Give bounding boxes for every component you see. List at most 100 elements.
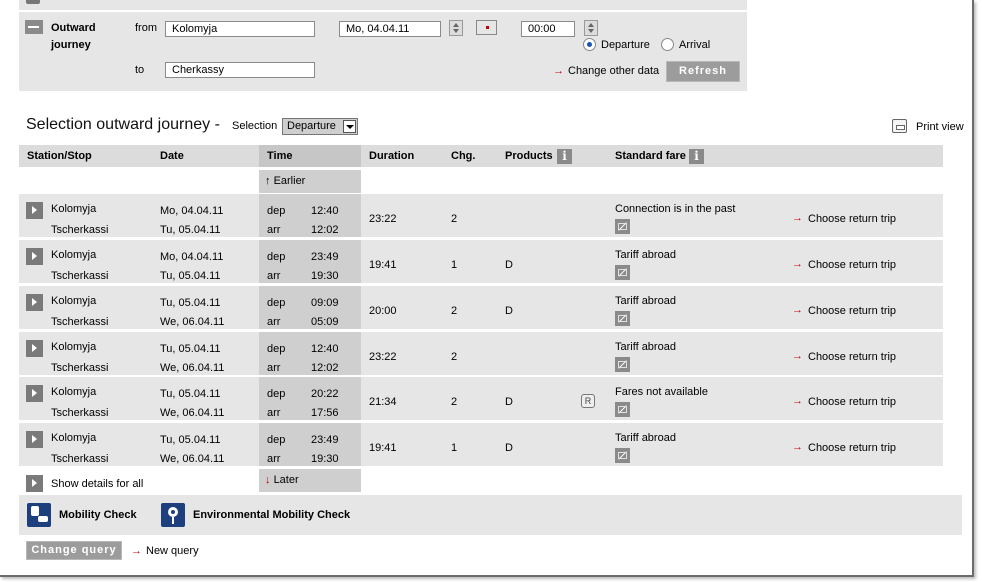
date-departure: Mo, 04.04.11 [160,205,224,217]
arr-time: 12:02 [311,362,339,374]
printer-icon[interactable] [892,119,907,133]
station-from: Kolomyja [51,295,97,307]
date-arrival: Tu, 05.04.11 [160,270,221,282]
environmental-check-link[interactable]: Environmental Mobility Check [193,509,350,521]
arr-label: arr [267,316,281,328]
print-view-link[interactable]: Print view [916,121,964,133]
time-stepper-icon[interactable] [584,20,598,36]
to-label: to [135,64,145,76]
date-arrival: We, 06.04.11 [160,407,225,419]
table-row [19,286,943,329]
choose-return-trip-link[interactable]: Choose return trip [808,396,896,408]
duration: 21:34 [369,396,397,408]
fare-text: Tariff abroad [615,432,676,444]
top-panel-partial [19,0,747,10]
departure-radio[interactable] [583,38,596,51]
products-info-icon[interactable]: i [557,149,572,164]
calendar-icon[interactable] [476,20,497,35]
arrow-down-icon: ↓ [265,474,271,486]
collapse-icon[interactable] [26,0,40,4]
selection-label: Selection [232,120,278,132]
from-input[interactable]: Kolomyja [165,21,315,37]
arr-label: arr [267,362,281,374]
expand-row-icon[interactable] [26,431,43,448]
expand-row-icon[interactable] [26,202,43,219]
dep-time: 20:22 [311,388,339,400]
tariff-unavailable-icon [615,402,630,417]
table-header: Station/Stop Date Time Duration Chg. Pro… [19,145,943,167]
duration: 19:41 [369,442,397,454]
choose-return-trip-link[interactable]: Choose return trip [808,442,896,454]
table-row [19,332,943,375]
earlier-button[interactable]: ↑ Earlier [259,170,361,193]
arrow-right-icon: → [792,395,803,407]
choose-return-trip-link[interactable]: Choose return trip [808,259,896,271]
journey-label: journey [51,39,91,51]
expand-row-icon[interactable] [26,248,43,265]
date-stepper-icon[interactable] [449,20,463,36]
change-other-data-link[interactable]: Change other data [568,65,659,77]
station-to: Tscherkassi [51,270,109,282]
choose-return-trip-link[interactable]: Choose return trip [808,213,896,225]
arr-label: arr [267,224,281,236]
dep-time: 23:49 [311,251,339,263]
duration: 20:00 [369,305,397,317]
flower-icon[interactable] [161,503,185,527]
arrow-right-icon: → [792,350,803,362]
choose-return-trip-link[interactable]: Choose return trip [808,305,896,317]
expand-all-icon[interactable] [26,475,43,492]
refresh-button[interactable]: Refresh [666,61,740,82]
products: D [505,305,513,317]
station-from: Kolomyja [51,432,97,444]
col-fare: Standard fare [615,150,686,162]
table-row [19,194,943,237]
table-row [19,423,943,466]
fare-text: Tariff abroad [615,341,676,353]
arrow-right-icon: → [792,441,803,453]
later-button[interactable]: ↓ Later [259,469,361,492]
col-changes: Chg. [451,150,476,162]
arrival-radio[interactable] [661,38,674,51]
fare-text: Tariff abroad [615,249,676,261]
arr-label: arr [267,453,281,465]
expand-row-icon[interactable] [26,385,43,402]
station-to: Tscherkassi [51,362,109,374]
expand-row-icon[interactable] [26,294,43,311]
table-row [19,240,943,283]
expand-row-icon[interactable] [26,340,43,357]
change-query-button[interactable]: Change query [26,541,122,560]
arrow-right-icon: → [553,65,564,77]
fare-info-icon[interactable]: i [689,149,704,164]
time-input[interactable]: 00:00 [521,21,575,37]
station-to: Tscherkassi [51,316,109,328]
from-label: from [135,22,157,34]
arrival-radio-label: Arrival [679,39,711,51]
show-details-link[interactable]: Show details for all [51,478,143,490]
date-input[interactable]: Mo, 04.04.11 [339,21,441,37]
date-arrival: Tu, 05.04.11 [160,224,221,236]
mobility-check-link[interactable]: Mobility Check [59,509,137,521]
date-departure: Mo, 04.04.11 [160,251,224,263]
station-from: Kolomyja [51,341,97,353]
arrow-right-icon: → [792,304,803,316]
choose-return-trip-link[interactable]: Choose return trip [808,351,896,363]
station-to: Tscherkassi [51,224,109,236]
selection-value: Departure [287,120,336,132]
fare-text: Fares not available [615,386,708,398]
dep-label: dep [267,343,286,355]
tariff-unavailable-icon [615,265,630,280]
station-to: Tscherkassi [51,453,109,465]
dep-label: dep [267,205,286,217]
col-date: Date [160,150,184,162]
col-duration: Duration [369,150,415,162]
earlier-label: Earlier [273,175,306,187]
station-from: Kolomyja [51,249,97,261]
new-query-link[interactable]: New query [146,545,199,557]
station-from: Kolomyja [51,203,97,215]
station-to: Tscherkassi [51,407,109,419]
changes-count: 1 [451,442,458,454]
train-car-icon[interactable] [27,503,51,527]
outward-label: Outward [51,22,96,34]
to-input[interactable]: Cherkassy [165,62,315,78]
selection-dropdown[interactable]: Departure [282,118,358,135]
